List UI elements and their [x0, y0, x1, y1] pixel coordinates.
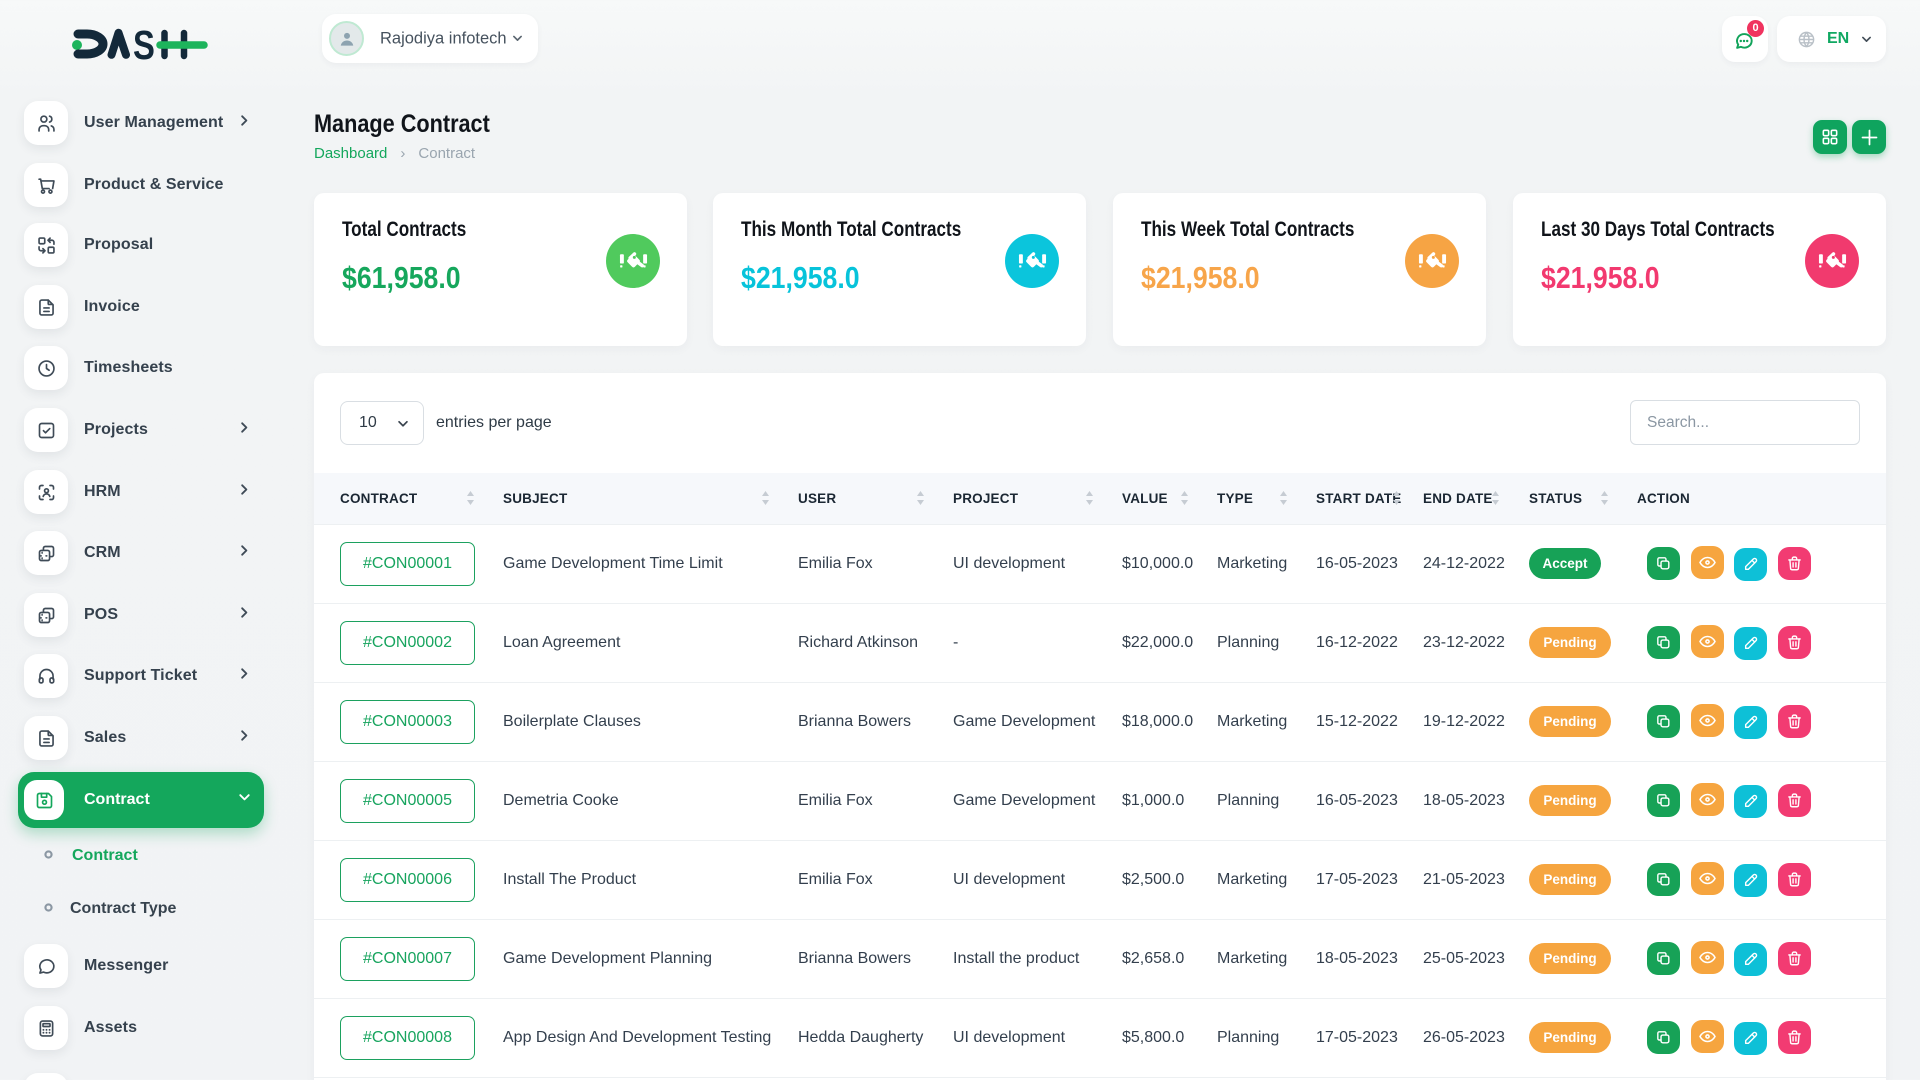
svg-text:S: S	[133, 21, 155, 62]
